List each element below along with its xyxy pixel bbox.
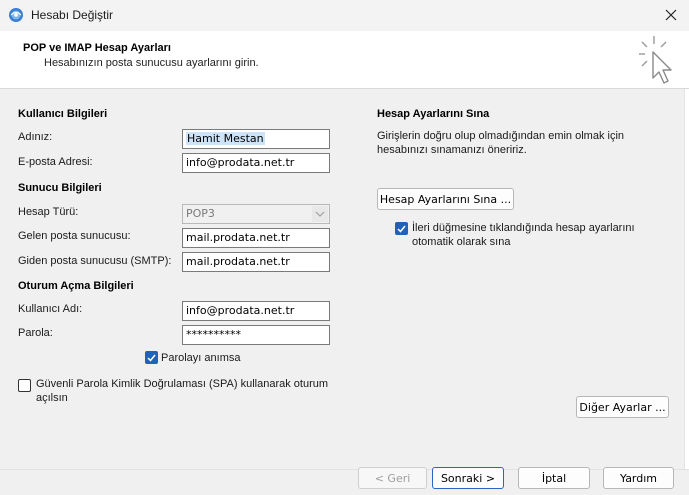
incoming-server-label: Gelen posta sunucusu: xyxy=(18,230,131,242)
username-input[interactable]: info@prodata.net.tr xyxy=(182,301,330,321)
checkmark-icon xyxy=(147,354,156,362)
password-input[interactable]: ********** xyxy=(182,325,330,345)
test-description-line1: Girişlerin doğru olup olmadığından emin … xyxy=(377,130,625,142)
right-edge-strip xyxy=(684,89,689,469)
name-input-value: Hamit Mestan xyxy=(186,132,265,145)
test-account-settings-button[interactable]: Hesap Ayarlarını Sına ... xyxy=(377,188,514,210)
test-settings-section-title: Hesap Ayarlarını Sına xyxy=(377,108,490,120)
auto-test-label-line1: İleri düğmesine tıklandığında hesap ayar… xyxy=(412,222,635,234)
name-input[interactable]: Hamit Mestan xyxy=(182,129,330,149)
remember-password-label: Parolayı anımsa xyxy=(161,352,241,364)
back-button[interactable]: < Geri xyxy=(358,467,427,489)
more-settings-button[interactable]: Diğer Ayarlar ... xyxy=(576,396,669,418)
account-type-select[interactable]: POP3 xyxy=(182,204,330,224)
checkmark-icon xyxy=(397,225,406,233)
header-title: POP ve IMAP Hesap Ayarları xyxy=(23,42,171,54)
user-info-section-title: Kullanıcı Bilgileri xyxy=(18,108,108,120)
auto-test-label-line2: otomatik olarak sına xyxy=(412,236,511,248)
spa-label-line1: Güvenli Parola Kimlik Doğrulaması (SPA) … xyxy=(36,378,329,390)
name-label: Adınız: xyxy=(18,131,53,143)
password-label: Parola: xyxy=(18,327,53,339)
login-info-section-title: Oturum Açma Bilgileri xyxy=(18,280,134,292)
help-button[interactable]: Yardım xyxy=(603,467,674,489)
auto-test-checkbox[interactable] xyxy=(395,222,408,235)
close-button[interactable] xyxy=(656,2,686,28)
chevron-down-icon xyxy=(312,206,328,222)
next-button[interactable]: Sonraki > xyxy=(432,467,504,489)
email-label: E-posta Adresi: xyxy=(18,156,93,168)
window-title: Hesabı Değiştir xyxy=(31,8,114,22)
account-type-value: POP3 xyxy=(186,207,215,220)
email-input[interactable]: info@prodata.net.tr xyxy=(182,153,330,173)
mail-account-icon xyxy=(8,7,24,23)
test-description-line2: hesabınızı sınamanızı öneririz. xyxy=(377,144,527,156)
header-subtitle: Hesabınızın posta sunucusu ayarlarını gi… xyxy=(44,57,259,69)
spa-label-line2: açılsın xyxy=(36,392,68,404)
header-panel: POP ve IMAP Hesap Ayarları Hesabınızın p… xyxy=(0,31,689,89)
remember-password-checkbox[interactable] xyxy=(145,351,158,364)
close-icon xyxy=(665,9,677,21)
account-type-label: Hesap Türü: xyxy=(18,206,79,218)
pointer-click-icon xyxy=(638,34,678,86)
spa-checkbox[interactable] xyxy=(18,379,31,392)
outgoing-server-input[interactable]: mail.prodata.net.tr xyxy=(182,252,330,272)
incoming-server-input[interactable]: mail.prodata.net.tr xyxy=(182,228,330,248)
server-info-section-title: Sunucu Bilgileri xyxy=(18,182,102,194)
outgoing-server-label: Giden posta sunucusu (SMTP): xyxy=(18,255,172,267)
username-label: Kullanıcı Adı: xyxy=(18,303,83,315)
cancel-button[interactable]: İptal xyxy=(518,467,590,489)
